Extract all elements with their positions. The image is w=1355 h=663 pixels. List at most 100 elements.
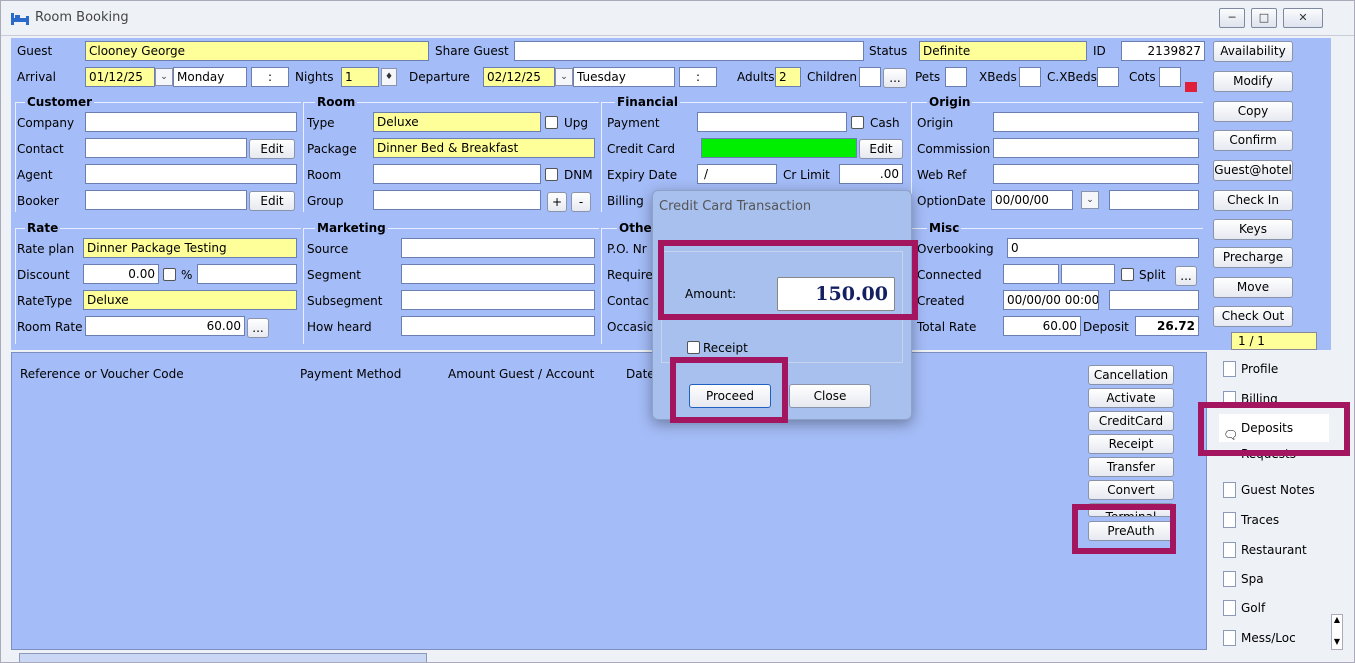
- dnm-checkbox[interactable]: [545, 168, 558, 181]
- tab-golf[interactable]: Golf: [1219, 594, 1329, 622]
- credit-card-field[interactable]: [701, 138, 857, 158]
- split-more-button[interactable]: ...: [1175, 266, 1197, 286]
- overbooking-field[interactable]: 0: [1007, 238, 1199, 258]
- receipt-checkbox[interactable]: [687, 341, 700, 354]
- move-button[interactable]: Move: [1213, 277, 1293, 298]
- source-field[interactable]: [401, 238, 595, 258]
- arrival-time-field[interactable]: :: [251, 67, 289, 87]
- created-extra-field[interactable]: [1109, 290, 1199, 310]
- dialog-close-button[interactable]: Close: [789, 384, 871, 408]
- origin-field[interactable]: [993, 112, 1199, 132]
- guest-field[interactable]: Clooney George: [85, 41, 429, 61]
- group-add-button[interactable]: +: [547, 192, 567, 212]
- scroll-down-icon[interactable]: ▼: [1332, 637, 1342, 647]
- departure-date-dropdown[interactable]: ⌄: [555, 68, 573, 86]
- rate-type-field[interactable]: Deluxe: [83, 290, 297, 310]
- tabs-scrollbar[interactable]: ▲ ▼: [1331, 614, 1343, 650]
- confirm-button[interactable]: Confirm: [1213, 130, 1293, 151]
- share-guest-field[interactable]: [514, 41, 864, 61]
- cxbeds-field[interactable]: [1097, 67, 1119, 87]
- tab-guest-notes[interactable]: Guest Notes: [1219, 476, 1329, 504]
- upg-checkbox[interactable]: [545, 116, 558, 129]
- room-rate-field[interactable]: 60.00: [85, 316, 245, 336]
- group-remove-button[interactable]: -: [571, 192, 591, 212]
- close-window-button[interactable]: ✕: [1283, 8, 1323, 28]
- precharge-button[interactable]: Precharge: [1213, 247, 1293, 268]
- departure-date-field[interactable]: 02/12/25: [483, 67, 555, 87]
- cash-checkbox[interactable]: [851, 116, 864, 129]
- cots-field[interactable]: [1159, 67, 1181, 87]
- room-number-field[interactable]: [373, 164, 541, 184]
- receipt-button[interactable]: Receipt: [1088, 434, 1174, 454]
- tab-mess-loc[interactable]: Mess/Loc: [1219, 624, 1329, 652]
- created-field[interactable]: 00/00/00 00:00: [1003, 290, 1099, 310]
- arrival-date-dropdown[interactable]: ⌄: [155, 68, 173, 86]
- share-guest-label: Share Guest: [435, 44, 509, 58]
- web-ref-field[interactable]: [993, 164, 1199, 184]
- group-field[interactable]: [373, 190, 541, 210]
- contact-field[interactable]: [85, 138, 247, 158]
- credit-card-button[interactable]: CreditCard: [1088, 411, 1174, 431]
- xbeds-field[interactable]: [1019, 67, 1041, 87]
- connected-field-2[interactable]: [1061, 264, 1115, 284]
- split-checkbox[interactable]: [1121, 268, 1134, 281]
- adults-field[interactable]: 2: [775, 67, 801, 87]
- connected-field-1[interactable]: [1003, 264, 1059, 284]
- departure-time-field[interactable]: :: [679, 67, 717, 87]
- subsegment-field[interactable]: [401, 290, 595, 310]
- discount-extra-field[interactable]: [197, 264, 297, 284]
- tab-restaurant[interactable]: Restaurant: [1219, 536, 1329, 564]
- nights-field[interactable]: 1: [341, 67, 379, 87]
- children-field[interactable]: [859, 67, 881, 87]
- check-in-button[interactable]: Check In: [1213, 190, 1293, 211]
- discount-field[interactable]: 0.00: [83, 264, 159, 284]
- room-rate-more-button[interactable]: ...: [247, 318, 269, 338]
- how-heard-field[interactable]: [401, 316, 595, 336]
- commission-field[interactable]: [993, 138, 1199, 158]
- guest-at-hotel-button[interactable]: Guest@hotel: [1213, 160, 1293, 181]
- departure-day-field[interactable]: Tuesday: [573, 67, 675, 87]
- agent-field[interactable]: [85, 164, 297, 184]
- booker-field[interactable]: [85, 190, 247, 210]
- copy-button[interactable]: Copy: [1213, 101, 1293, 122]
- deposit-field[interactable]: 26.72: [1135, 316, 1199, 336]
- children-more-button[interactable]: ...: [883, 68, 907, 88]
- segment-field[interactable]: [401, 264, 595, 284]
- transfer-button[interactable]: Transfer: [1088, 457, 1174, 477]
- status-field[interactable]: Definite: [919, 41, 1087, 61]
- contact-edit-button[interactable]: Edit: [249, 139, 295, 159]
- activate-button[interactable]: Activate: [1088, 388, 1174, 408]
- payment-field[interactable]: [697, 112, 847, 132]
- arrival-date-field[interactable]: 01/12/25: [85, 67, 155, 87]
- convert-button[interactable]: Convert: [1088, 480, 1174, 500]
- option-extra-field[interactable]: [1109, 190, 1199, 210]
- discount-percent-checkbox[interactable]: [163, 268, 176, 281]
- modify-button[interactable]: Modify: [1213, 71, 1293, 92]
- nights-stepper[interactable]: ♦: [381, 68, 397, 86]
- scroll-up-icon[interactable]: ▲: [1332, 615, 1342, 625]
- cancellation-button[interactable]: Cancellation: [1088, 365, 1174, 385]
- room-type-field[interactable]: Deluxe: [373, 112, 541, 132]
- id-field[interactable]: 2139827: [1121, 41, 1205, 61]
- expiry-date-field[interactable]: /: [697, 164, 777, 184]
- option-date-field[interactable]: 00/00/00: [991, 190, 1073, 210]
- check-out-button[interactable]: Check Out: [1213, 306, 1293, 327]
- package-field[interactable]: Dinner Bed & Breakfast: [373, 138, 595, 158]
- minimize-button[interactable]: ─: [1219, 8, 1245, 28]
- maximize-button[interactable]: □: [1251, 8, 1277, 28]
- arrival-day-field[interactable]: Monday: [173, 67, 247, 87]
- rate-plan-field[interactable]: Dinner Package Testing: [83, 238, 297, 258]
- credit-card-edit-button[interactable]: Edit: [859, 139, 903, 159]
- title-bar[interactable]: Room Booking ─ □ ✕: [1, 1, 1354, 36]
- company-field[interactable]: [85, 112, 297, 132]
- tab-profile[interactable]: Profile: [1219, 355, 1329, 383]
- total-rate-field[interactable]: 60.00: [1003, 316, 1081, 336]
- tab-spa[interactable]: Spa: [1219, 565, 1329, 593]
- option-date-dropdown[interactable]: ⌄: [1081, 191, 1099, 209]
- booker-edit-button[interactable]: Edit: [249, 191, 295, 211]
- availability-button[interactable]: Availability: [1213, 41, 1293, 62]
- credit-limit-field[interactable]: .00: [839, 164, 903, 184]
- pets-field[interactable]: [945, 67, 967, 87]
- tab-traces[interactable]: Traces: [1219, 506, 1329, 534]
- keys-button[interactable]: Keys: [1213, 219, 1293, 240]
